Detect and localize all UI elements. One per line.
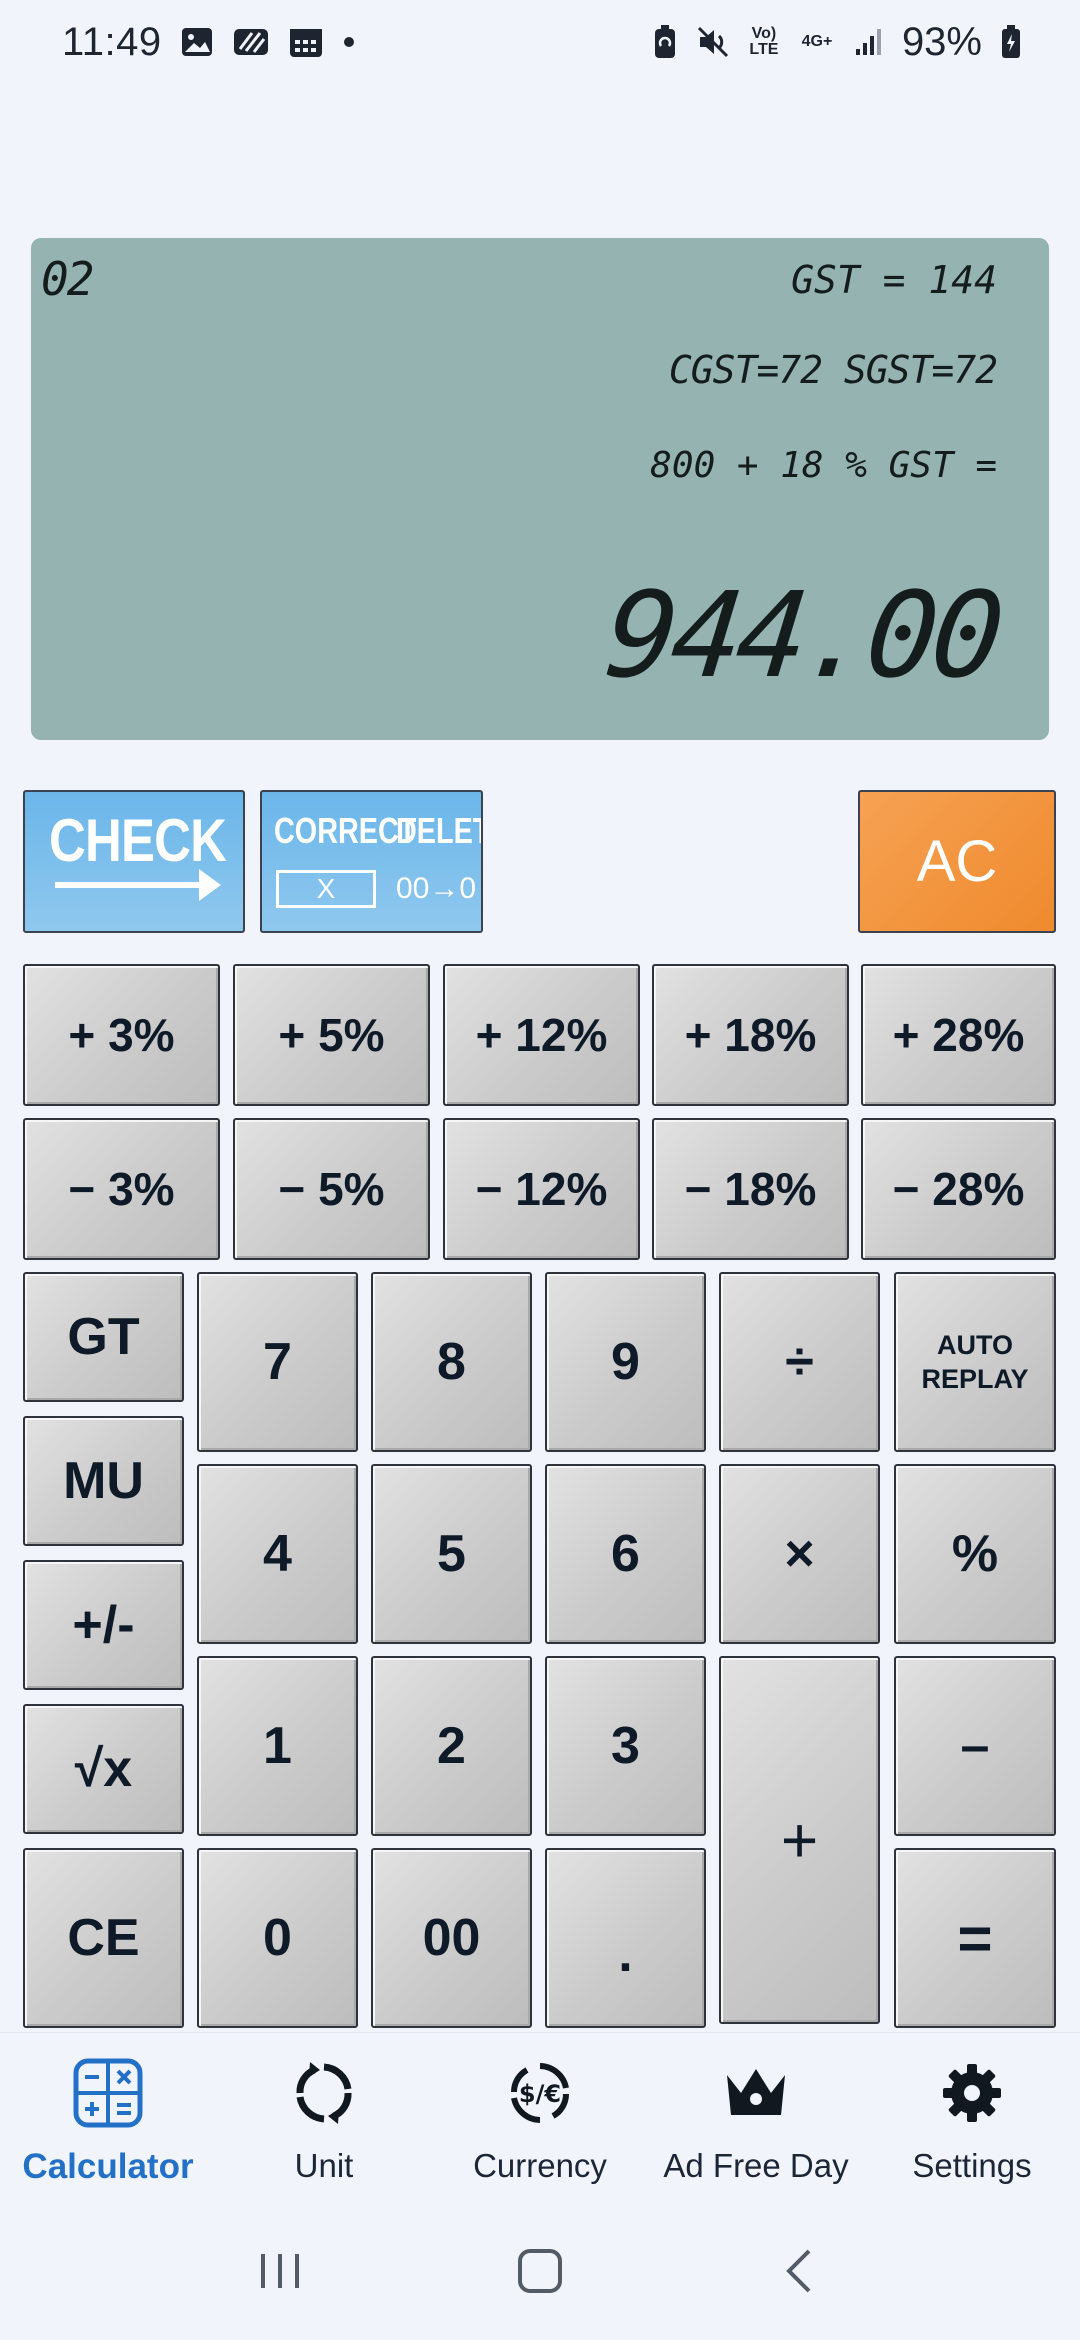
check-label: CHECK (49, 807, 227, 874)
battery-saver-icon (652, 24, 678, 60)
minus-3-percent-button[interactable]: − 3% (23, 1118, 220, 1260)
digit-7-button[interactable]: 7 (197, 1272, 358, 1452)
digit-9-button[interactable]: 9 (545, 1272, 706, 1452)
system-navigation-bar (0, 2202, 1080, 2340)
calculator-icon (70, 2055, 146, 2131)
status-right: Vo) LTE 4G+ 93% (652, 20, 1022, 65)
signal-icon (854, 27, 884, 57)
arrow-right-icon (55, 869, 221, 901)
nav-currency-label: Currency (473, 2147, 607, 2184)
check-button[interactable]: CHECK (23, 790, 245, 933)
square-root-button[interactable]: √x (23, 1704, 184, 1834)
delete-sub-label: 00→0 (396, 872, 477, 905)
percent-button[interactable]: % (894, 1464, 1056, 1644)
correct-box-label: X (276, 870, 376, 908)
minus-12-percent-button[interactable]: − 12% (443, 1118, 640, 1260)
plus-18-percent-button[interactable]: + 18% (652, 964, 849, 1106)
status-time: 11:49 (62, 19, 162, 64)
stack-notification-icon (232, 25, 270, 59)
multiply-button[interactable]: × (719, 1464, 880, 1644)
bottom-navigation: Calculator Unit $/€ Currency Ad Free Day… (0, 2032, 1080, 2202)
gear-icon (934, 2055, 1010, 2131)
gallery-notification-icon (180, 25, 214, 59)
battery-icon (1000, 24, 1022, 60)
plus-3-percent-button[interactable]: + 3% (23, 964, 220, 1106)
calculator-display: 02 GST = 144 CGST=72 SGST=72 800 + 18 % … (31, 238, 1049, 740)
nav-calculator[interactable]: Calculator (0, 2055, 216, 2187)
clear-entry-button[interactable]: CE (23, 1848, 184, 2028)
crown-icon (718, 2055, 794, 2131)
plus-minus-button[interactable]: +/- (23, 1560, 184, 1690)
correct-delete-button[interactable]: CORRECT DELETE X 00→0 (260, 790, 483, 933)
auto-replay-button[interactable]: AUTO REPLAY (894, 1272, 1056, 1452)
nav-ad-free-day-label: Ad Free Day (663, 2147, 849, 2184)
cgst-sgst-line: CGST=72 SGST=72 (668, 348, 998, 392)
plus-button[interactable]: + (719, 1656, 880, 2024)
expression-line: 800 + 18 % GST = (650, 445, 997, 486)
minus-18-percent-button[interactable]: − 18% (652, 1118, 849, 1260)
digit-0-button[interactable]: 0 (197, 1848, 358, 2028)
grand-total-button[interactable]: GT (23, 1272, 184, 1402)
nav-currency[interactable]: $/€ Currency (432, 2055, 648, 2185)
digit-2-button[interactable]: 2 (371, 1656, 532, 1836)
nav-calculator-label: Calculator (22, 2147, 194, 2186)
nav-settings[interactable]: Settings (864, 2055, 1080, 2185)
markup-button[interactable]: MU (23, 1416, 184, 1546)
battery-percent: 93% (901, 19, 982, 64)
svg-text:$/€: $/€ (519, 2080, 561, 2108)
step-counter: 02 (41, 252, 94, 306)
nav-unit[interactable]: Unit (216, 2055, 432, 2185)
divide-button[interactable]: ÷ (719, 1272, 880, 1452)
equals-button[interactable]: = (894, 1848, 1056, 2028)
calendar-notification-icon (288, 25, 324, 59)
nav-settings-label: Settings (912, 2147, 1032, 2184)
network-type-icon: 4G+ (801, 33, 833, 50)
plus-12-percent-button[interactable]: + 12% (443, 964, 640, 1106)
digit-3-button[interactable]: 3 (545, 1656, 706, 1836)
mute-icon (696, 25, 730, 59)
digit-4-button[interactable]: 4 (197, 1464, 358, 1644)
unit-convert-icon (286, 2055, 362, 2131)
gst-amount-line: GST = 144 (791, 258, 997, 302)
plus-28-percent-button[interactable]: + 28% (861, 964, 1056, 1106)
decimal-point-button[interactable]: . (545, 1848, 706, 2028)
currency-exchange-icon: $/€ (502, 2055, 578, 2131)
home-icon[interactable] (500, 2231, 580, 2311)
plus-5-percent-button[interactable]: + 5% (233, 964, 430, 1106)
digit-8-button[interactable]: 8 (371, 1272, 532, 1452)
digit-5-button[interactable]: 5 (371, 1464, 532, 1644)
back-icon[interactable] (760, 2231, 840, 2311)
double-zero-button[interactable]: 00 (371, 1848, 532, 2028)
auto-replay-label-1: AUTO (936, 1330, 1013, 1360)
volte-icon: Vo) LTE (749, 25, 779, 58)
status-left: 11:49 (62, 20, 356, 65)
status-bar: 11:49 Vo) LTE 4G+ 93% (0, 0, 1080, 84)
result-value: 944.00 (599, 566, 1005, 704)
nav-ad-free-day[interactable]: Ad Free Day (648, 2055, 864, 2185)
more-notifications-dot-icon (342, 35, 356, 49)
digit-1-button[interactable]: 1 (197, 1656, 358, 1836)
minus-button[interactable]: – (894, 1656, 1056, 1836)
minus-28-percent-button[interactable]: − 28% (861, 1118, 1056, 1260)
delete-label: DELETE (396, 810, 481, 851)
all-clear-button[interactable]: AC (858, 790, 1056, 933)
nav-unit-label: Unit (294, 2147, 354, 2184)
recent-apps-icon[interactable] (240, 2231, 320, 2311)
digit-6-button[interactable]: 6 (545, 1464, 706, 1644)
minus-5-percent-button[interactable]: − 5% (233, 1118, 430, 1260)
auto-replay-label-2: REPLAY (921, 1364, 1029, 1394)
